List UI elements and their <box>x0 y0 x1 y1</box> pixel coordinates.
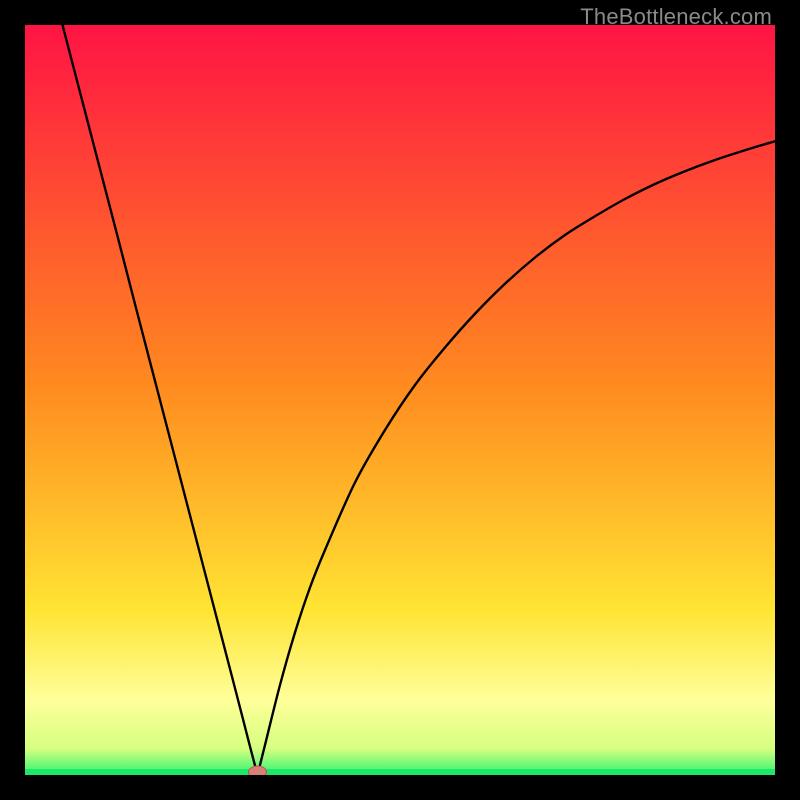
plot-area <box>25 25 775 775</box>
curve-left-branch <box>63 25 258 775</box>
curve-right-branch <box>258 141 776 775</box>
bottleneck-curve <box>25 25 775 775</box>
chart-frame: TheBottleneck.com <box>0 0 800 800</box>
minimum-marker <box>249 766 267 775</box>
watermark-text: TheBottleneck.com <box>580 4 772 30</box>
